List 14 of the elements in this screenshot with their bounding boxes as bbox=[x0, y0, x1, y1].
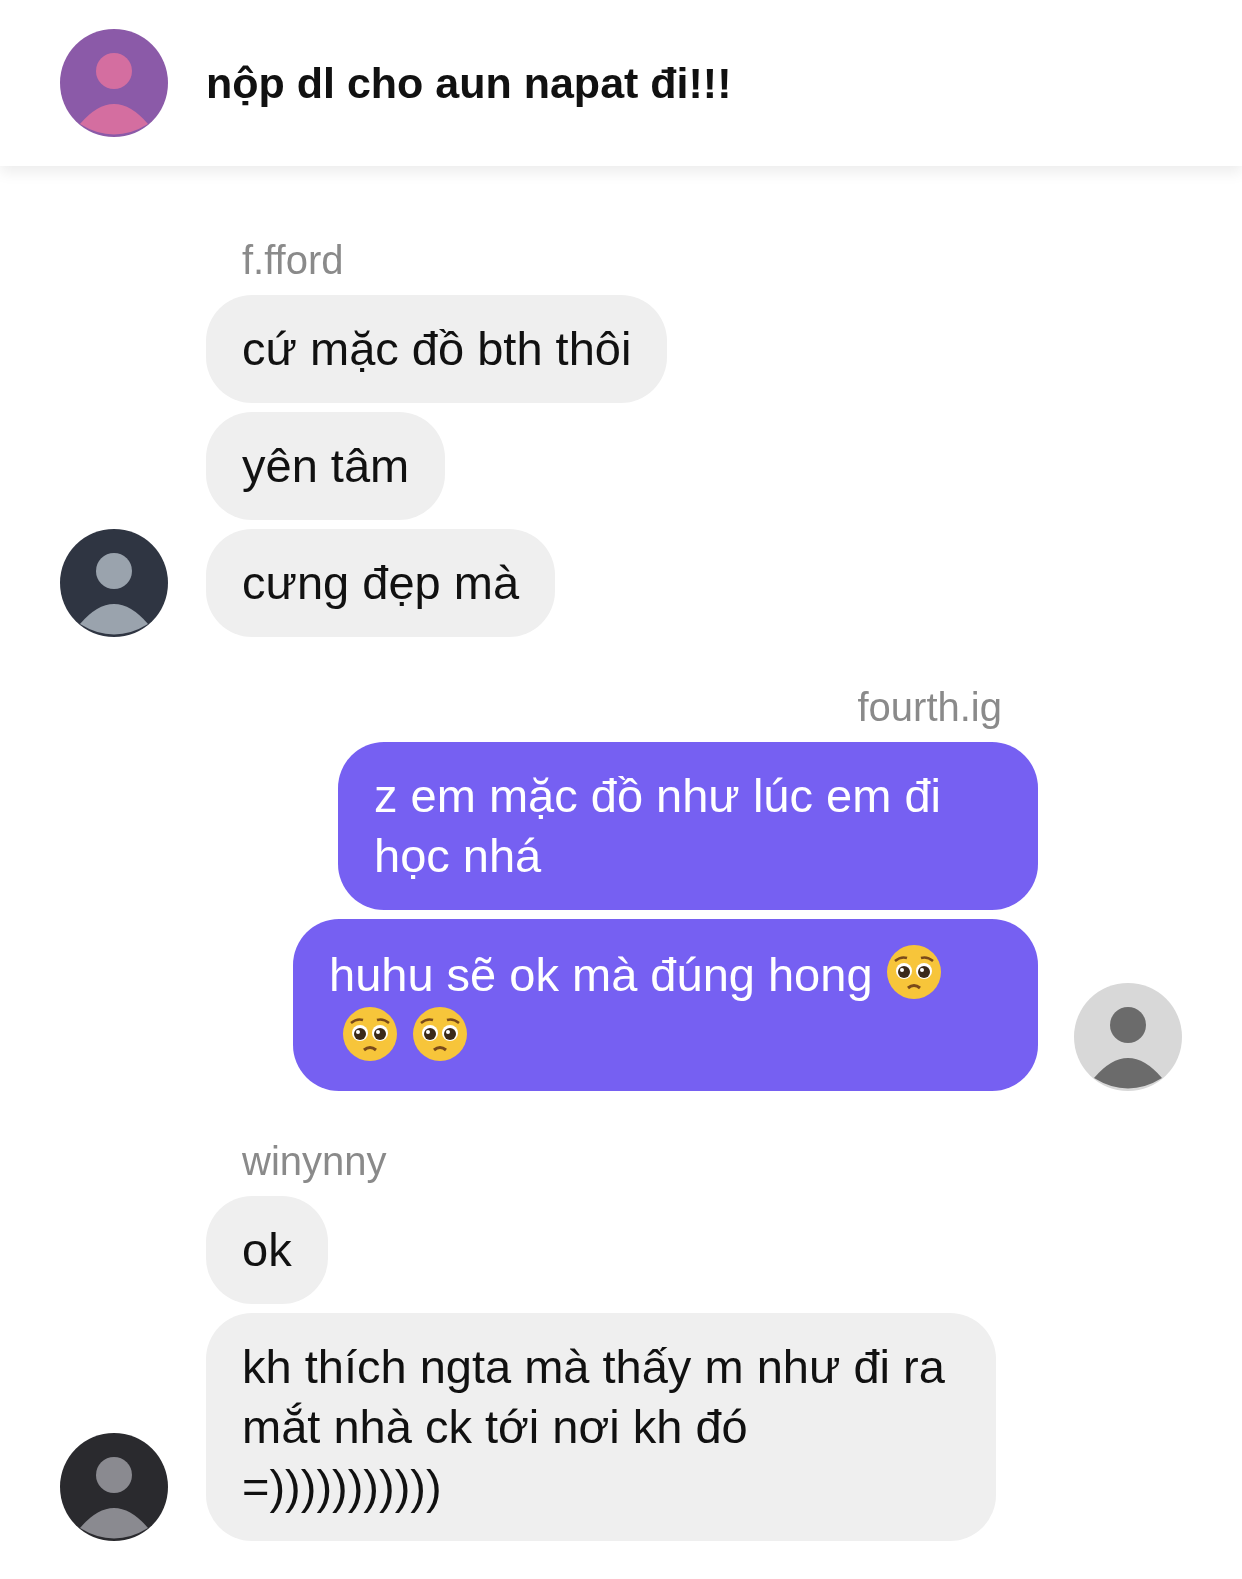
sender-name: f.fford bbox=[241, 238, 345, 284]
pleading-face-icon bbox=[411, 1005, 469, 1063]
pleading-face-icon bbox=[341, 1005, 399, 1063]
message-bubble: cứ mặc đồ bth thôi bbox=[206, 295, 668, 403]
sender-name: fourth.ig bbox=[856, 685, 1003, 731]
sender-name: winynny bbox=[241, 1139, 388, 1185]
message-bubble: kh thích ngta mà thấy m như đi ra mắt nhà ck tới nơi kh đó =))))))))))) bbox=[206, 1313, 996, 1541]
message-bubble: z em mặc đồ như lúc em đi học nhá bbox=[338, 742, 1038, 910]
message-bubble: yên tâm bbox=[206, 412, 446, 520]
message-bubble: huhu sẽ ok mà đúng hong bbox=[293, 919, 1038, 1091]
message-bubble: cưng đẹp mà bbox=[206, 529, 556, 637]
chat-title: nộp dl cho aun napat đi!!! bbox=[206, 58, 732, 108]
pleading-face-icon bbox=[884, 943, 943, 1001]
message-bubble: ok bbox=[206, 1196, 328, 1304]
